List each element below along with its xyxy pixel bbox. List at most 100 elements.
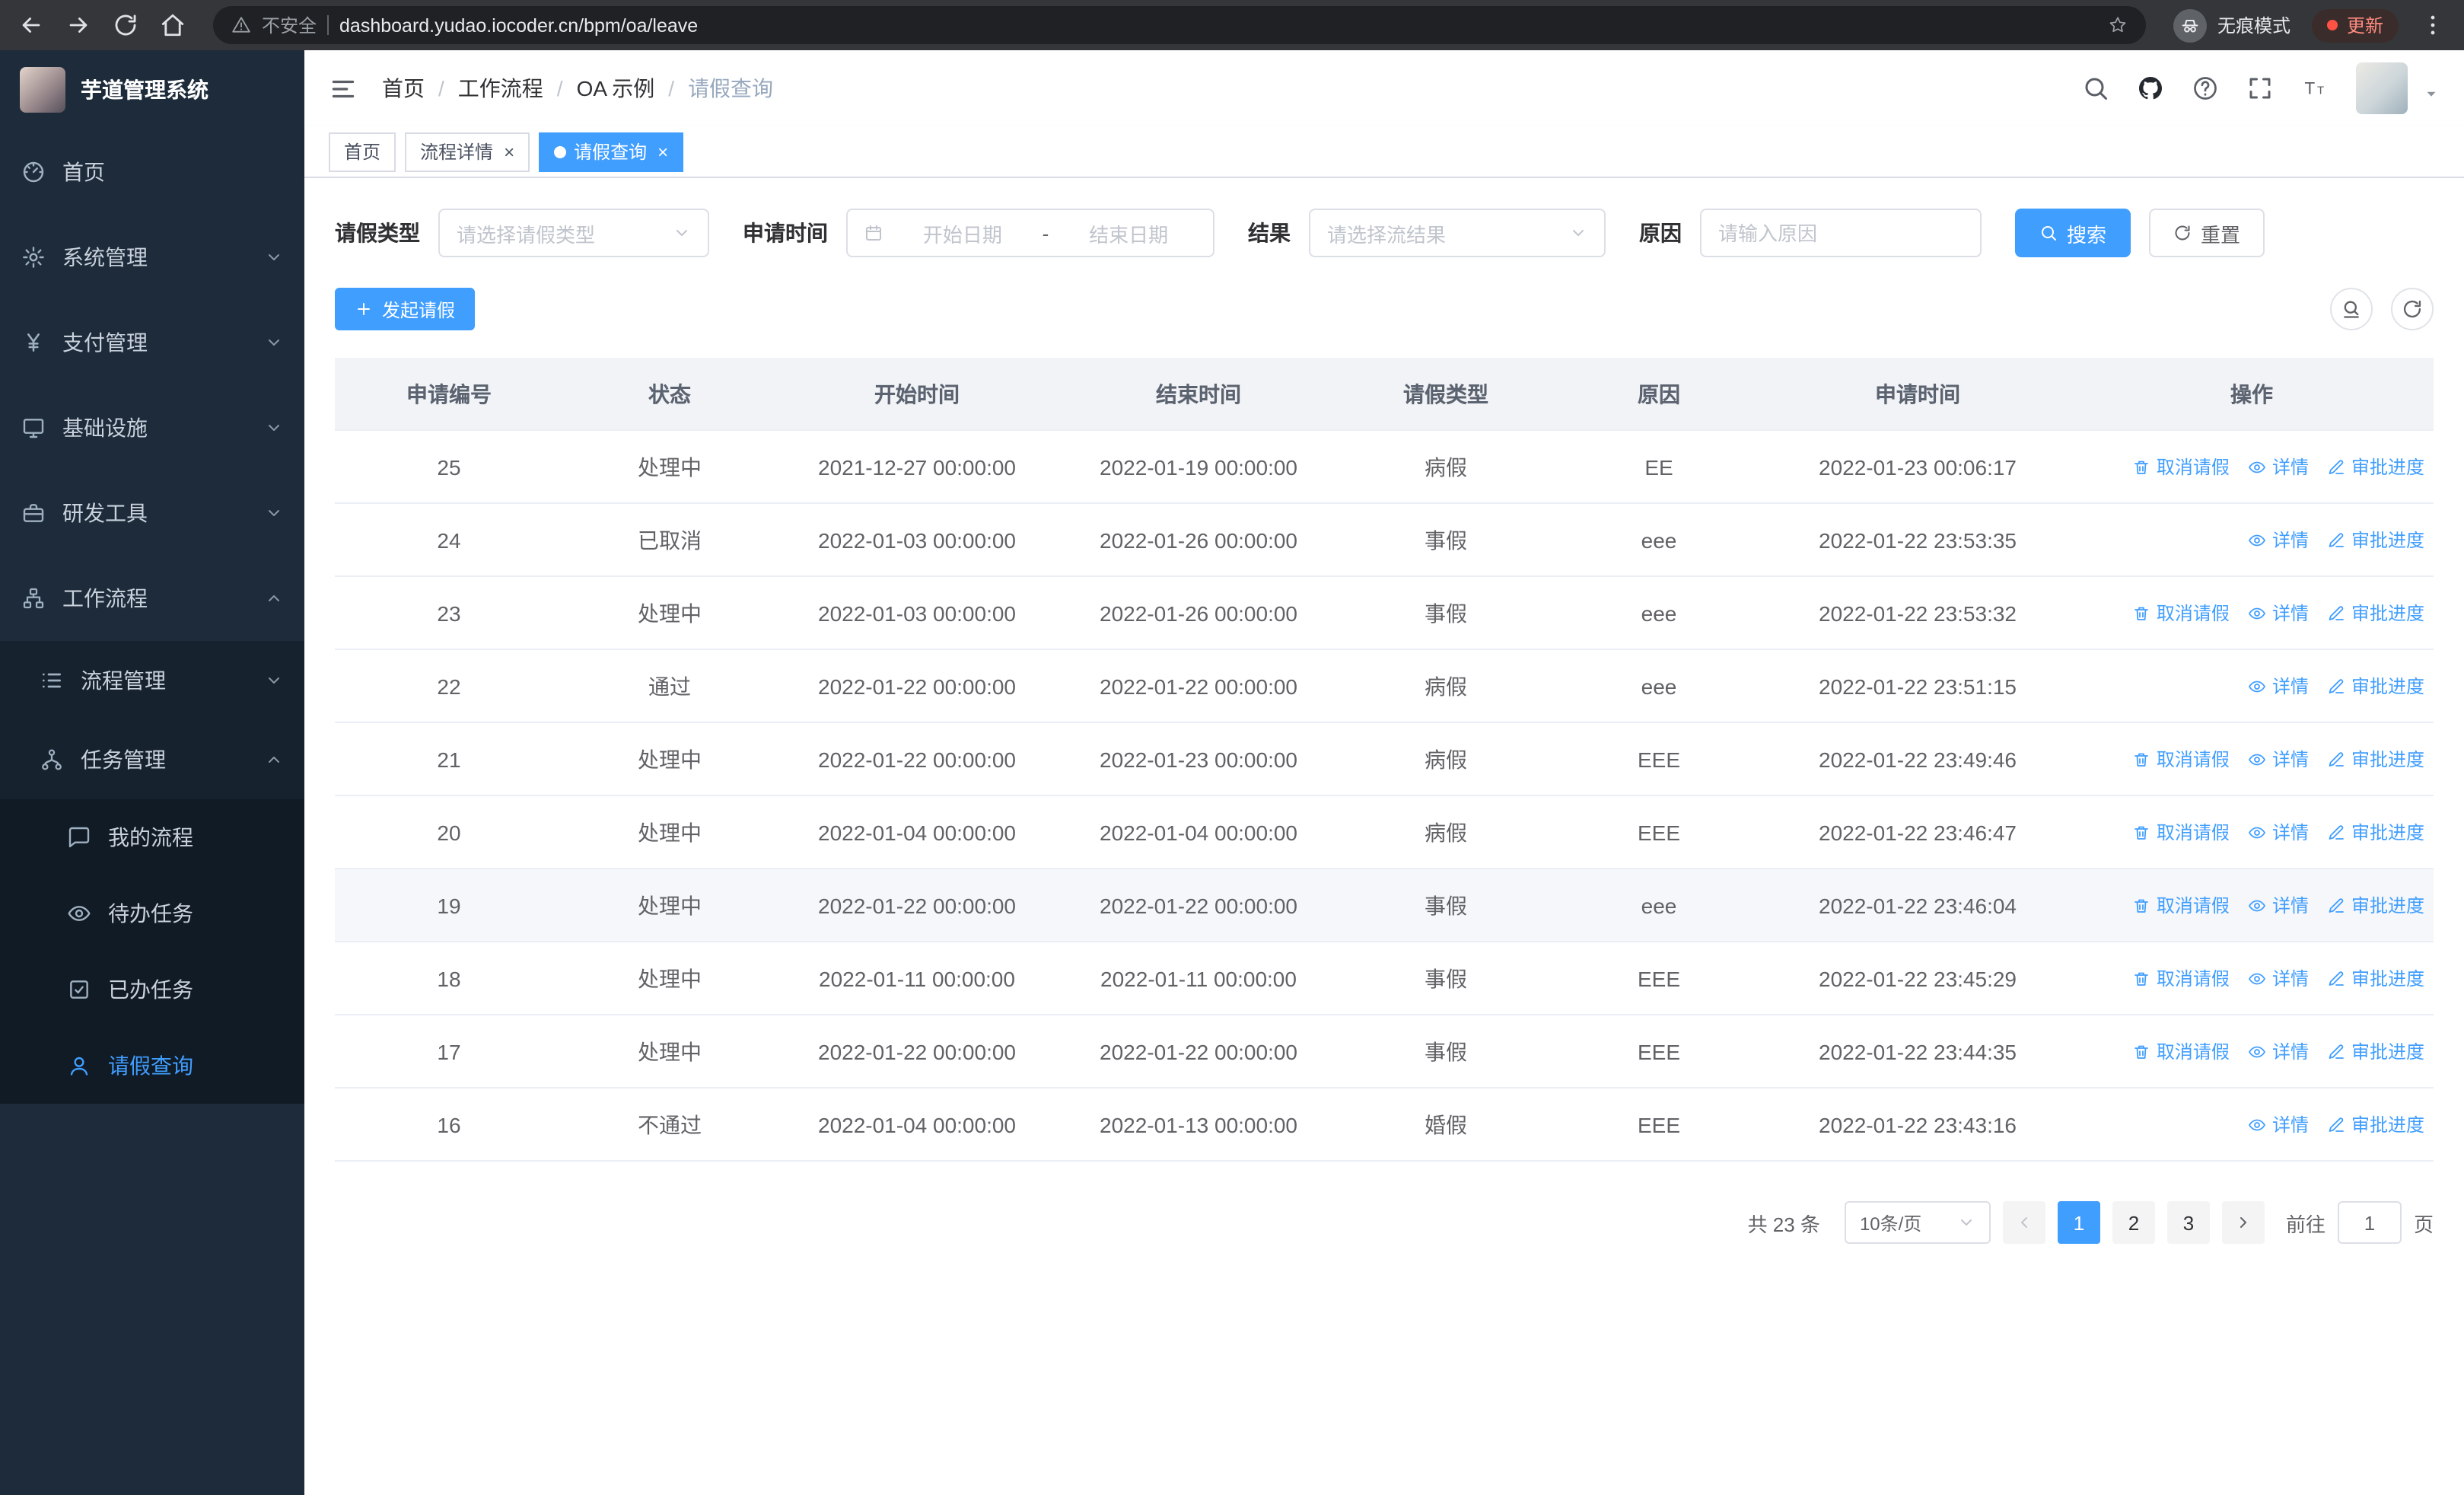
sidebar-item[interactable]: 我的流程 — [0, 799, 304, 875]
breadcrumb-item[interactable]: OA 示例 — [577, 73, 655, 104]
cell-type: 事假 — [1339, 869, 1552, 942]
help-icon[interactable] — [2192, 75, 2219, 102]
browser-menu-icon[interactable] — [2420, 12, 2446, 38]
detail-link[interactable]: 详情 — [2248, 1111, 2309, 1137]
table-row[interactable]: 18 处理中 2022-01-11 00:00:00 2022-01-11 00:00… — [335, 942, 2434, 1015]
tab-item[interactable]: 请假查询 × — [539, 132, 684, 171]
detail-link[interactable]: 详情 — [2248, 746, 2309, 772]
sidebar-item[interactable]: 基础设施 — [0, 385, 304, 470]
sidebar-item[interactable]: 工作流程 — [0, 556, 304, 641]
tab-close-icon[interactable]: × — [504, 142, 514, 161]
fullscreen-icon[interactable] — [2246, 75, 2274, 102]
browser-home-icon[interactable] — [160, 12, 186, 38]
filter-bar: 请假类型 请选择请假类型 申请时间 开始日期 - 结束日期 结果 请选择流结果 … — [335, 209, 2434, 257]
tab-item[interactable]: 首页 — [329, 132, 396, 171]
sidebar-item[interactable]: 待办任务 — [0, 875, 304, 952]
approval-progress-link[interactable]: 审批进度 — [2327, 1111, 2424, 1137]
reset-button[interactable]: 重置 — [2149, 209, 2265, 257]
sidebar-item[interactable]: 已办任务 — [0, 952, 304, 1028]
cell-type: 事假 — [1339, 1015, 1552, 1089]
leave-type-select[interactable]: 请选择请假类型 — [438, 209, 709, 257]
sidebar-toggle-icon[interactable] — [329, 74, 358, 103]
avatar-caret-icon[interactable] — [2423, 85, 2440, 102]
user-avatar[interactable] — [2356, 62, 2408, 114]
breadcrumb-item[interactable]: 首页 — [382, 73, 425, 104]
sidebar-item[interactable]: 请假查询 — [0, 1028, 304, 1104]
sidebar-item[interactable]: 流程管理 — [0, 641, 304, 720]
table-row[interactable]: 19 处理中 2022-01-22 00:00:00 2022-01-22 00:00… — [335, 869, 2434, 942]
detail-link[interactable]: 详情 — [2248, 819, 2309, 845]
apply-time-range-picker[interactable]: 开始日期 - 结束日期 — [846, 209, 1214, 257]
page-button[interactable]: 1 — [2057, 1201, 2100, 1244]
cancel-leave-link[interactable]: 取消请假 — [2132, 454, 2230, 480]
approval-progress-link[interactable]: 审批进度 — [2327, 892, 2424, 918]
search-button[interactable]: 搜索 — [2015, 209, 2131, 257]
approval-progress-link[interactable]: 审批进度 — [2327, 1038, 2424, 1064]
cell-id: 18 — [335, 942, 563, 1015]
url-text[interactable]: dashboard.yudao.iocoder.cn/bpm/oa/leave — [339, 14, 698, 36]
sidebar-item[interactable]: 任务管理 — [0, 720, 304, 799]
address-bar[interactable]: 不安全 dashboard.yudao.iocoder.cn/bpm/oa/le… — [213, 6, 2146, 44]
app-logo[interactable]: 芋道管理系统 — [0, 50, 304, 129]
table-row[interactable]: 23 处理中 2022-01-03 00:00:00 2022-01-26 00:00… — [335, 577, 2434, 650]
breadcrumb-item[interactable]: 工作流程 — [458, 73, 543, 104]
goto-page-input[interactable] — [2337, 1201, 2402, 1244]
detail-link[interactable]: 详情 — [2248, 1038, 2309, 1064]
browser-back-icon[interactable] — [18, 12, 44, 38]
svg-text:T: T — [2317, 84, 2324, 97]
detail-link[interactable]: 详情 — [2248, 454, 2309, 480]
prev-page-button[interactable] — [2002, 1201, 2045, 1244]
tab-close-icon[interactable]: × — [657, 142, 668, 161]
sidebar-item[interactable]: 首页 — [0, 129, 304, 215]
tab-item[interactable]: 流程详情 × — [405, 132, 530, 171]
table-row[interactable]: 21 处理中 2022-01-22 00:00:00 2022-01-23 00:00… — [335, 723, 2434, 796]
page-size-select[interactable]: 10条/页 — [1844, 1201, 1991, 1244]
cancel-leave-link[interactable]: 取消请假 — [2132, 746, 2230, 772]
toggle-search-button[interactable] — [2330, 288, 2373, 330]
create-leave-button[interactable]: 发起请假 — [335, 288, 476, 330]
approval-progress-link[interactable]: 审批进度 — [2327, 454, 2424, 480]
table-row[interactable]: 16 不通过 2022-01-04 00:00:00 2022-01-13 00:00… — [335, 1089, 2434, 1162]
browser-reload-icon[interactable] — [113, 12, 138, 38]
detail-link[interactable]: 详情 — [2248, 965, 2309, 991]
table-row[interactable]: 22 通过 2022-01-22 00:00:00 2022-01-22 00:00:… — [335, 650, 2434, 723]
cell-status: 处理中 — [563, 577, 776, 650]
sidebar-item[interactable]: 支付管理 — [0, 300, 304, 385]
cell-status: 处理中 — [563, 869, 776, 942]
detail-link[interactable]: 详情 — [2248, 673, 2309, 699]
next-page-button[interactable] — [2221, 1201, 2265, 1244]
page-button[interactable]: 3 — [2166, 1201, 2210, 1244]
header-search-icon[interactable] — [2082, 75, 2109, 102]
approval-progress-link[interactable]: 审批进度 — [2327, 600, 2424, 626]
table-row[interactable]: 17 处理中 2022-01-22 00:00:00 2022-01-22 00:00… — [335, 1015, 2434, 1089]
cancel-leave-link[interactable]: 取消请假 — [2132, 965, 2230, 991]
refresh-button[interactable] — [2391, 288, 2434, 330]
table-row[interactable]: 24 已取消 2022-01-03 00:00:00 2022-01-26 00:00… — [335, 504, 2434, 577]
page-button[interactable]: 2 — [2112, 1201, 2155, 1244]
approval-progress-link[interactable]: 审批进度 — [2327, 965, 2424, 991]
detail-link[interactable]: 详情 — [2248, 600, 2309, 626]
detail-link[interactable]: 详情 — [2248, 892, 2309, 918]
approval-progress-link[interactable]: 审批进度 — [2327, 819, 2424, 845]
result-select[interactable]: 请选择流结果 — [1309, 209, 1606, 257]
sidebar-item[interactable]: 系统管理 — [0, 215, 304, 300]
browser-forward-icon[interactable] — [65, 12, 91, 38]
cancel-leave-link[interactable]: 取消请假 — [2132, 892, 2230, 918]
reason-input[interactable] — [1700, 209, 1982, 257]
sidebar-item[interactable]: 研发工具 — [0, 470, 304, 556]
approval-progress-link[interactable]: 审批进度 — [2327, 673, 2424, 699]
font-size-icon[interactable]: TT — [2301, 75, 2329, 102]
approval-progress-link[interactable]: 审批进度 — [2327, 527, 2424, 553]
github-icon[interactable] — [2137, 75, 2164, 102]
cancel-leave-link[interactable]: 取消请假 — [2132, 819, 2230, 845]
reset-button-label: 重置 — [2201, 223, 2241, 246]
table-row[interactable]: 25 处理中 2021-12-27 00:00:00 2022-01-19 00:00… — [335, 431, 2434, 504]
cancel-leave-link[interactable]: 取消请假 — [2132, 1038, 2230, 1064]
table-row[interactable]: 20 处理中 2022-01-04 00:00:00 2022-01-04 00:00… — [335, 796, 2434, 869]
goto-suffix: 页 — [2413, 1213, 2434, 1235]
cancel-leave-link[interactable]: 取消请假 — [2132, 600, 2230, 626]
bookmark-star-icon[interactable] — [2108, 15, 2128, 35]
approval-progress-link[interactable]: 审批进度 — [2327, 746, 2424, 772]
browser-update-button[interactable]: 更新 — [2311, 8, 2399, 42]
detail-link[interactable]: 详情 — [2248, 527, 2309, 553]
